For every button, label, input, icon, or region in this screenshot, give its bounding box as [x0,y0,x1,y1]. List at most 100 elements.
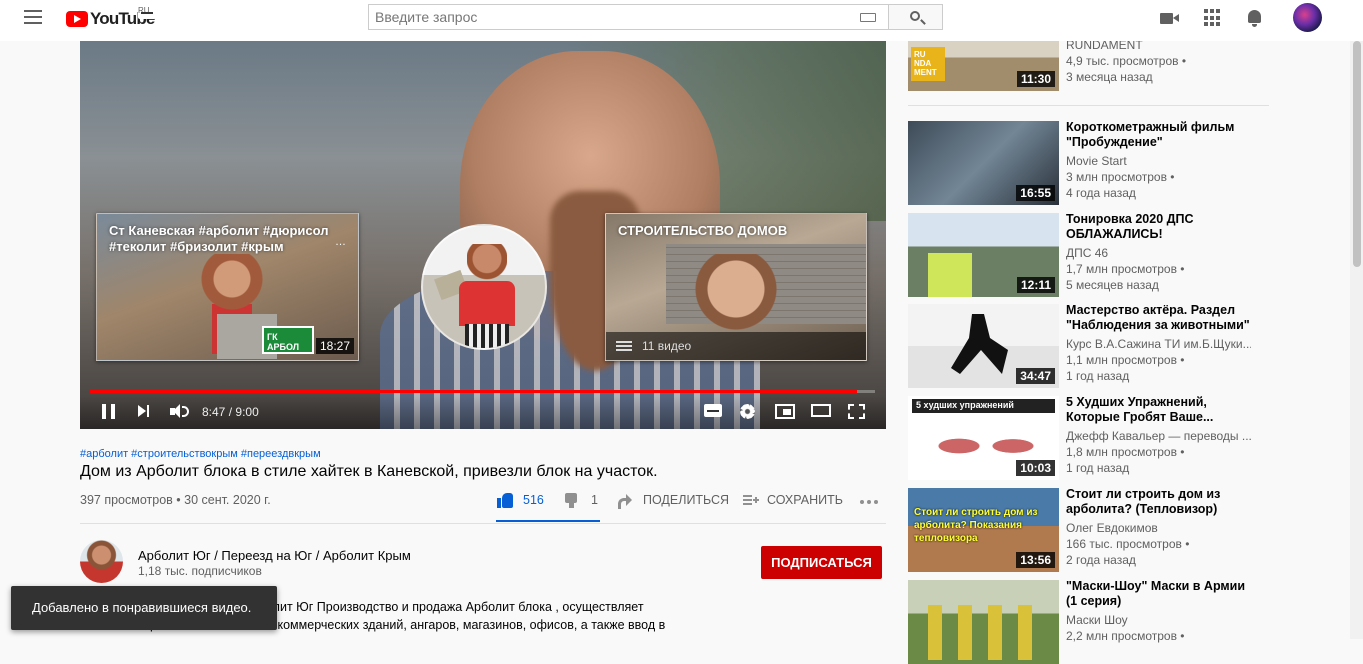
keyboard-icon[interactable] [860,13,876,22]
related-video[interactable]: 34:47 Мастерство актёра. Раздел "Наблюде… [908,303,1268,388]
related-title[interactable]: Тонировка 2020 ДПС ОБЛАЖАЛИСЬ! [1066,212,1256,241]
subscriber-count: 1,18 тыс. подписчиков [138,564,262,578]
video-duration: 12:11 [1016,277,1055,293]
theater-mode-icon[interactable] [811,404,831,417]
thumbnail-caption: 5 худших упражнений [912,399,1055,413]
related-title[interactable]: Короткометражный фильм "Пробуждение" [1066,120,1256,149]
like-button[interactable]: 516 [497,493,544,508]
end-card-playlist[interactable]: СТРОИТЕЛЬСТВО ДОМОВ 11 видео [605,213,867,361]
dislike-button[interactable]: 1 [565,493,598,508]
end-card-duration: 18:27 [315,338,354,354]
video-hashtags[interactable]: #арболит #строительствокрым #переездвкры… [80,448,321,460]
related-channel: ДПС 46 [1066,246,1109,260]
video-title: Дом из Арболит блока в стиле хайтек в Ка… [80,463,658,480]
video-thumbnail[interactable]: 12:11 [908,213,1059,297]
related-views: 1,7 млн просмотров • [1066,262,1185,276]
top-bar: YouTube RU [0,0,1363,41]
end-card-video[interactable]: ГК АРБОЛ Ст Каневская #арболит #дюрисол … [96,213,359,361]
video-duration: 11:30 [1016,71,1055,87]
pause-icon[interactable] [102,404,115,419]
channel-name[interactable]: Арболит Юг / Переезд на Юг / Арболит Кры… [138,548,411,563]
volume-icon[interactable] [170,404,190,419]
progress-bar[interactable] [90,390,875,393]
related-video[interactable]: "Маски-Шоу" Маски в Армии (1 серия) Маск… [908,579,1268,664]
related-views: 1,8 млн просмотров • [1066,445,1185,459]
menu-icon[interactable] [24,10,42,24]
related-age: 2 года назад [1066,553,1136,567]
video-duration: 16:55 [1016,185,1055,201]
video-player[interactable]: ГК АРБОЛ Ст Каневская #арболит #дюрисол … [80,41,886,429]
subscribe-button[interactable]: ПОДПИСАТЬСЯ [761,546,882,579]
page-scrollbar[interactable] [1350,35,1363,639]
apps-grid-icon[interactable] [1204,9,1220,27]
related-channel: Маски Шоу [1066,613,1128,627]
settings-gear-icon[interactable] [740,404,755,419]
playlist-icon [616,341,632,343]
youtube-logo[interactable]: YouTube RU [66,6,156,29]
end-card-playlist-title: СТРОИТЕЛЬСТВО ДОМОВ [618,223,788,238]
video-thumbnail[interactable]: 5 худших упражнений 10:03 [908,396,1059,480]
end-card-channel[interactable] [421,224,547,350]
related-channel: Курс В.А.Сажина ТИ им.Б.Щуки... [1066,337,1251,351]
related-views: 2,2 млн просмотров • [1066,629,1185,643]
notifications-bell-icon[interactable] [1246,9,1266,27]
thumbnail-logo: ГК АРБОЛ [262,326,314,354]
views-date: 397 просмотров • 30 сент. 2020 г. [80,493,271,507]
save-button[interactable]: СОХРАНИТЬ [743,493,843,507]
video-thumbnail[interactable]: Стоит ли строить дом из арболита? Показа… [908,488,1059,572]
search-icon [910,11,920,21]
end-card-title: Ст Каневская #арболит #дюрисол #теколит … [109,223,329,254]
thumbnail-caption: Стоит ли строить дом из арболита? Показа… [914,507,1038,544]
description-line: олит Юг Производство и продажа Арболит б… [266,600,644,614]
related-views: 3 млн просмотров • [1066,170,1175,184]
video-thumbnail[interactable]: 16:55 [908,121,1059,205]
search-box [368,4,889,30]
related-channel: Олег Евдокимов [1066,521,1158,535]
create-video-icon[interactable] [1160,9,1180,27]
youtube-play-icon [66,11,88,27]
related-age: 1 год назад [1066,461,1130,475]
video-thumbnail[interactable] [908,580,1059,664]
progress-fill [90,390,857,393]
channel-avatar[interactable] [80,540,123,583]
share-icon [618,494,632,509]
search-input[interactable] [369,5,839,29]
related-video[interactable]: 5 худших упражнений 10:03 5 Худших Упражн… [908,395,1268,480]
time-display: 8:47 / 9:00 [202,405,259,419]
related-views: 1,1 млн просмотров • [1066,353,1185,367]
video-duration: 13:56 [1016,552,1055,568]
add-to-playlist-icon [743,493,759,507]
thumb-up-icon [497,493,513,508]
thumb-down-icon [565,493,581,508]
related-age: 1 год назад [1066,369,1130,383]
related-title[interactable]: "Маски-Шоу" Маски в Армии (1 серия) [1066,579,1256,608]
next-icon[interactable] [138,404,151,418]
user-avatar[interactable] [1293,3,1322,32]
related-title[interactable]: Мастерство актёра. Раздел "Наблюдения за… [1066,303,1256,332]
related-views: 4,9 тыс. просмотров • [1066,54,1187,68]
playlist-count-bar: 11 видео [606,332,866,360]
related-video[interactable]: 12:11 Тонировка 2020 ДПС ОБЛАЖАЛИСЬ! ДПС… [908,212,1268,297]
related-age: 4 года назад [1066,186,1136,200]
subtitles-icon[interactable] [704,404,722,417]
video-duration: 10:03 [1016,460,1055,476]
toast-notification: Добавлено в понравившиеся видео. [11,586,277,630]
related-age: 3 месяца назад [1066,70,1153,84]
related-video[interactable]: 16:55 Короткометражный фильм "Пробуждени… [908,120,1268,205]
miniplayer-icon[interactable] [775,404,795,419]
video-duration: 34:47 [1016,368,1055,384]
related-age: 5 месяцев назад [1066,278,1159,292]
sentiment-bar [496,520,600,522]
player-controls: 8:47 / 9:00 [80,396,886,429]
scrollbar-thumb[interactable] [1353,41,1361,267]
video-thumbnail[interactable]: 34:47 [908,304,1059,388]
related-title[interactable]: 5 Худших Упражнений, Которые Гробят Ваше… [1066,395,1256,424]
search-button[interactable] [888,4,943,30]
related-title[interactable]: Стоит ли строить дом из арболита? (Тепло… [1066,487,1256,516]
thumbnail-logo: RU NDA MENT [911,47,945,81]
share-button[interactable]: ПОДЕЛИТЬСЯ [618,493,729,509]
related-views: 166 тыс. просмотров • [1066,537,1190,551]
related-video[interactable]: Стоит ли строить дом из арболита? Показа… [908,487,1268,572]
more-actions-icon[interactable] [860,500,878,504]
fullscreen-icon[interactable] [848,404,865,419]
